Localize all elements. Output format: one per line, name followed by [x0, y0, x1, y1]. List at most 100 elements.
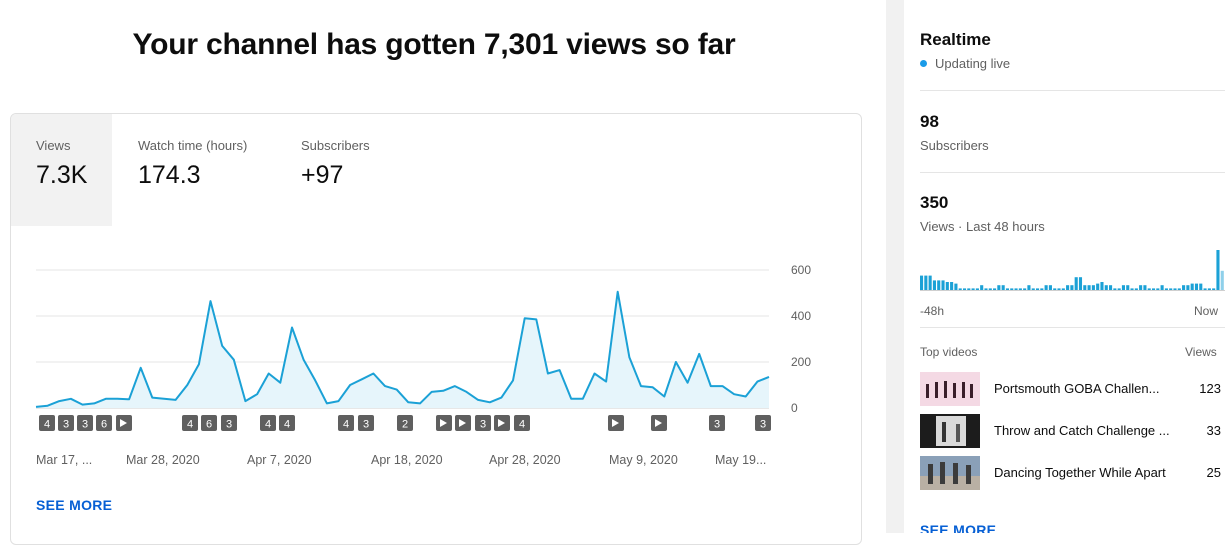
video-thumbnail [920, 456, 980, 490]
y-tick-label: 600 [791, 263, 811, 277]
marker-count: 3 [363, 419, 369, 431]
realtime-bar [962, 288, 967, 290]
video-marker[interactable]: 4 [338, 415, 354, 431]
realtime-bar [1066, 285, 1070, 290]
video-marker[interactable]: 6 [96, 415, 112, 431]
realtime-bar [1087, 285, 1091, 290]
video-marker-play[interactable] [116, 415, 132, 431]
x-tick-label: Apr 7, 2020 [247, 453, 312, 467]
realtime-bar [1212, 288, 1216, 290]
panel-divider [886, 0, 904, 533]
realtime-bar [971, 288, 975, 290]
realtime-bar [1091, 285, 1095, 290]
video-marker[interactable]: 6 [201, 415, 217, 431]
headline: Your channel has gotten 7,301 views so f… [132, 28, 736, 61]
marker-count: 6 [206, 419, 212, 431]
video-marker[interactable]: 3 [221, 415, 237, 431]
video-marker[interactable]: 3 [58, 415, 74, 431]
video-thumbnail [920, 372, 980, 406]
realtime-bar [1083, 285, 1087, 290]
video-marker[interactable]: 4 [260, 415, 276, 431]
realtime-bar [1117, 288, 1121, 290]
realtime-bar [1005, 288, 1010, 290]
realtime-bar [1061, 288, 1065, 290]
realtime-bar [1190, 283, 1194, 290]
x-tick-label: Apr 28, 2020 [489, 453, 561, 467]
divider [920, 327, 1225, 328]
top-video-item[interactable]: Dancing Together While Apart 25 [920, 456, 1225, 490]
video-marker[interactable]: 4 [514, 415, 530, 431]
video-marker[interactable]: 4 [279, 415, 295, 431]
realtime-bar [920, 275, 924, 290]
realtime-bar [1078, 277, 1083, 290]
see-more-button[interactable]: SEE MORE [36, 497, 112, 513]
top-video-item[interactable]: Throw and Catch Challenge ... 33 [920, 414, 1225, 448]
realtime-bar [1001, 285, 1005, 290]
video-marker[interactable]: 3 [358, 415, 374, 431]
x-tick-label: Mar 28, 2020 [126, 453, 200, 467]
realtime-bar [941, 280, 945, 290]
video-marker[interactable]: 3 [77, 415, 93, 431]
video-marker[interactable]: 4 [39, 415, 55, 431]
realtime-subscribers-value: 98 [920, 112, 939, 131]
realtime-bar [1113, 288, 1117, 290]
realtime-bar [1182, 285, 1186, 290]
video-thumbnail [920, 414, 980, 448]
video-marker-play[interactable] [436, 415, 452, 431]
realtime-bar [1199, 283, 1203, 290]
realtime-bar [1160, 285, 1164, 290]
realtime-bar [1126, 285, 1130, 290]
realtime-bar [1014, 288, 1018, 290]
video-marker[interactable]: 2 [397, 415, 413, 431]
divider [920, 172, 1225, 173]
video-marker[interactable]: 3 [709, 415, 725, 431]
realtime-bar [1216, 250, 1220, 290]
realtime-bar [1040, 288, 1044, 290]
realtime-subscribers-label: Subscribers [920, 138, 989, 153]
realtime-bar [1074, 277, 1078, 290]
realtime-bar [958, 288, 962, 290]
realtime-bar [1139, 285, 1143, 290]
video-views: 33 [1206, 423, 1221, 438]
realtime-title: Realtime [920, 30, 991, 49]
realtime-bar [1173, 288, 1177, 290]
x-tick-label: Mar 17, ... [36, 453, 92, 467]
realtime-bar [1207, 288, 1211, 290]
marker-count: 4 [44, 419, 50, 431]
video-marker-play[interactable] [494, 415, 510, 431]
video-marker-play[interactable] [608, 415, 624, 431]
realtime-bar [967, 288, 971, 290]
realtime-bar [1096, 283, 1100, 290]
realtime-bar [1048, 285, 1052, 290]
realtime-bar [1027, 285, 1031, 290]
realtime-bar [1194, 283, 1199, 290]
realtime-bar [1186, 285, 1190, 290]
views-chart: 600 400 200 0 4 3 3 6 4 6 3 4 4 4 3 2 3 4 3 3 Mar 17, ... Mar… [35, 263, 811, 467]
marker-count: 4 [265, 419, 271, 431]
video-title: Portsmouth GOBA Challen... [994, 381, 1160, 396]
marker-count: 4 [187, 419, 193, 431]
video-marker[interactable]: 3 [755, 415, 771, 431]
realtime-axis-start: -48h [920, 304, 945, 318]
realtime-see-more-button[interactable]: SEE MORE [920, 522, 996, 533]
y-tick-label: 0 [791, 401, 798, 415]
realtime-bar [988, 288, 992, 290]
video-marker[interactable]: 4 [182, 415, 198, 431]
realtime-bar [997, 285, 1001, 290]
realtime-bar [950, 282, 954, 290]
video-views: 25 [1206, 465, 1221, 480]
realtime-bar [1203, 288, 1207, 290]
realtime-bar [980, 285, 984, 290]
realtime-bar [1169, 288, 1173, 290]
y-tick-label: 200 [791, 355, 811, 369]
video-marker-play[interactable] [455, 415, 471, 431]
realtime-axis-end: Now [1194, 304, 1219, 318]
realtime-bar [1035, 288, 1040, 290]
top-video-item[interactable]: Portsmouth GOBA Challen... 123 [920, 372, 1225, 406]
realtime-bar [945, 282, 949, 290]
video-marker-play[interactable] [651, 415, 667, 431]
realtime-bar [1031, 288, 1035, 290]
realtime-views-value: 350 [920, 193, 949, 212]
video-marker[interactable]: 3 [475, 415, 491, 431]
realtime-bar [1151, 288, 1156, 290]
